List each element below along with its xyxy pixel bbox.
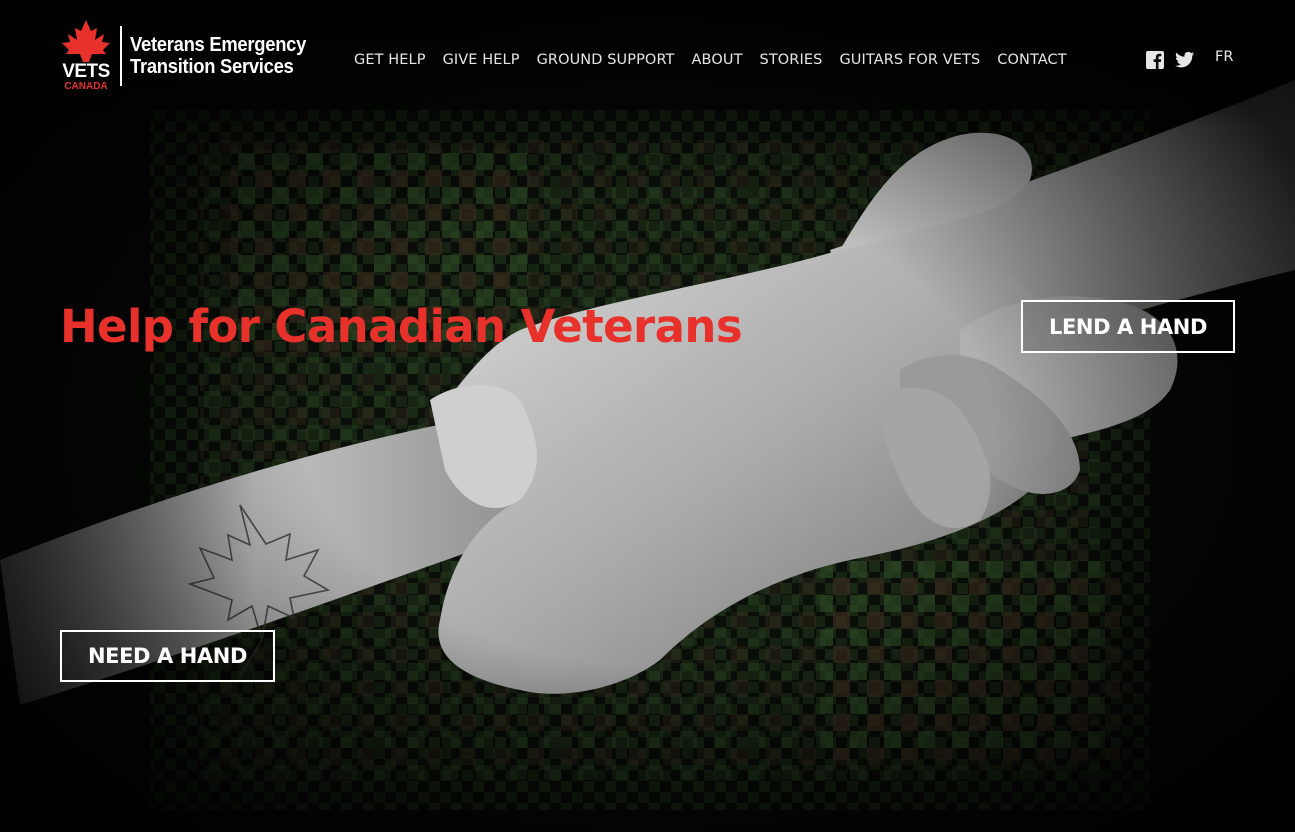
maple-leaf-logo-icon: VETS CANADA	[58, 18, 114, 94]
twitter-icon[interactable]	[1175, 50, 1195, 70]
brand-name: Veterans Emergency Transition Services	[130, 34, 306, 78]
nav-contact[interactable]: CONTACT	[997, 50, 1066, 70]
main-nav: GET HELP GIVE HELP GROUND SUPPORT ABOUT …	[354, 50, 1084, 70]
social-links	[1145, 50, 1205, 70]
nav-ground-support[interactable]: GROUND SUPPORT	[537, 50, 675, 70]
site-logo[interactable]: VETS CANADA Veterans Emergency Transitio…	[58, 18, 321, 94]
nav-guitars-for-vets[interactable]: GUITARS FOR VETS	[839, 50, 980, 70]
logo-divider	[120, 26, 122, 86]
hero-section	[0, 0, 1295, 832]
need-a-hand-button[interactable]: NEED A HAND	[60, 630, 275, 682]
lend-a-hand-button[interactable]: LEND A HAND	[1021, 300, 1235, 353]
nav-stories[interactable]: STORIES	[760, 50, 823, 70]
brand-name-line1: Veterans Emergency	[130, 34, 307, 56]
nav-about[interactable]: ABOUT	[692, 50, 743, 70]
nav-get-help[interactable]: GET HELP	[354, 50, 426, 70]
brand-name-line2: Transition Services	[130, 56, 294, 78]
logo-word: VETS	[62, 61, 110, 82]
logo-sub: CANADA	[64, 81, 108, 92]
vignette-overlay	[0, 0, 1295, 832]
nav-give-help[interactable]: GIVE HELP	[443, 50, 520, 70]
language-toggle[interactable]: FR	[1215, 49, 1233, 65]
hero-headline: Help for Canadian Veterans	[60, 300, 743, 353]
facebook-icon[interactable]	[1145, 50, 1165, 70]
